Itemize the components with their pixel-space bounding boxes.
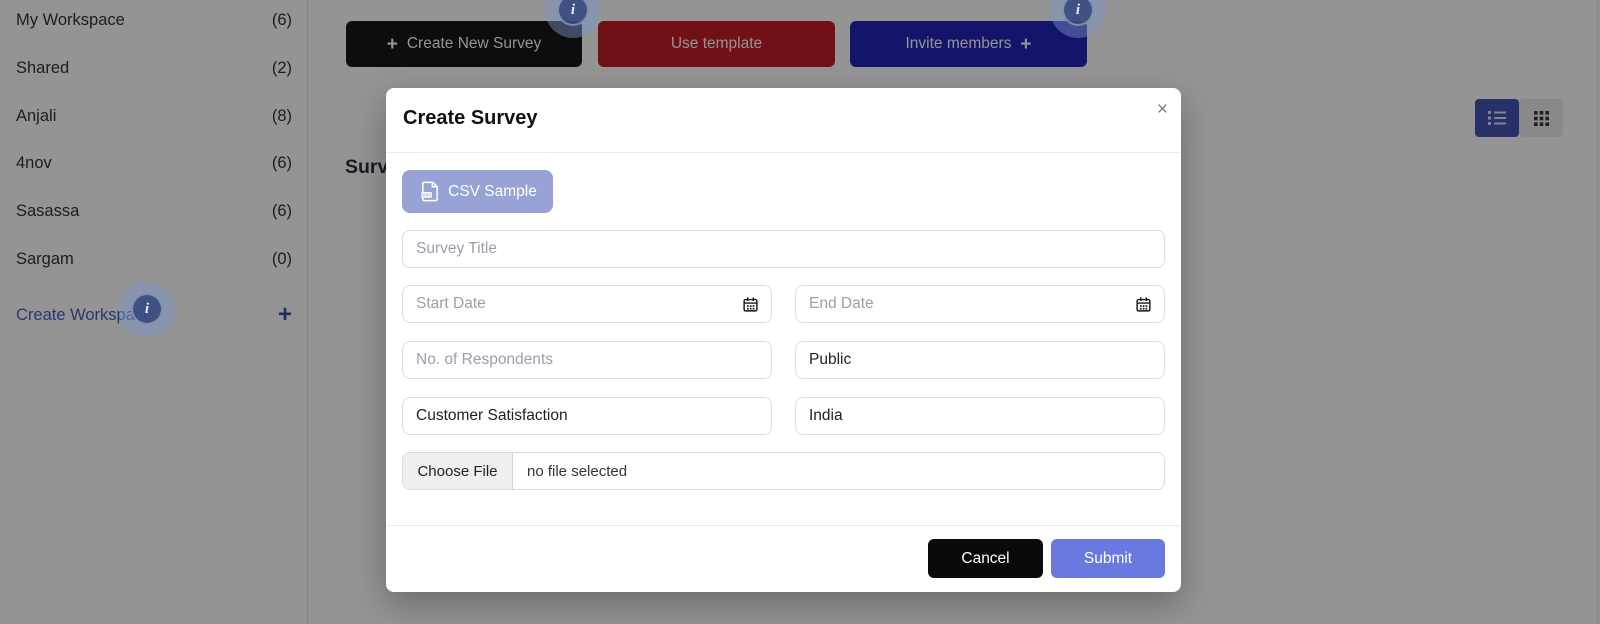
choose-file-button[interactable]: Choose File: [403, 453, 513, 489]
svg-text:CSV: CSV: [422, 193, 431, 198]
visibility-select[interactable]: [795, 341, 1165, 379]
calendar-icon[interactable]: [1135, 296, 1152, 313]
survey-title-input[interactable]: [402, 230, 1165, 268]
create-survey-modal: Create Survey × CSV CSV Sample Start Dat…: [386, 88, 1181, 592]
csv-file-icon: CSV: [418, 180, 441, 203]
info-icon: i: [131, 293, 163, 325]
csv-sample-button[interactable]: CSV CSV Sample: [402, 170, 553, 213]
country-select[interactable]: [795, 397, 1165, 435]
modal-title: Create Survey: [403, 107, 538, 129]
app-screen: My Workspace (6) Shared (2) Anjali (8) 4…: [0, 0, 1600, 624]
close-icon[interactable]: ×: [1157, 100, 1168, 120]
start-date-placeholder: Start Date: [416, 295, 486, 312]
calendar-icon[interactable]: [742, 296, 759, 313]
submit-button[interactable]: Submit: [1051, 539, 1165, 578]
csv-sample-label: CSV Sample: [448, 182, 537, 200]
category-select[interactable]: [402, 397, 772, 435]
respondents-input[interactable]: [402, 341, 772, 379]
start-date-input[interactable]: Start Date: [402, 285, 772, 323]
modal-footer: Cancel Submit: [386, 525, 1181, 592]
end-date-input[interactable]: End Date: [795, 285, 1165, 323]
info-icon: i: [557, 0, 589, 26]
cancel-button[interactable]: Cancel: [928, 539, 1043, 578]
info-icon: i: [1062, 0, 1094, 26]
modal-header: Create Survey ×: [386, 88, 1181, 153]
file-status-text: no file selected: [527, 462, 628, 480]
info-badge-create-workspace[interactable]: i: [119, 281, 175, 337]
end-date-placeholder: End Date: [809, 295, 874, 312]
file-upload-input[interactable]: Choose File no file selected: [402, 452, 1165, 490]
